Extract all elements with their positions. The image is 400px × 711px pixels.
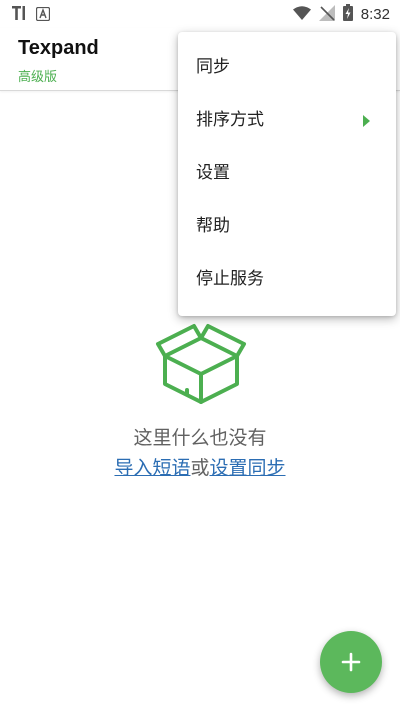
setup-sync-link[interactable]: 设置同步	[210, 457, 286, 479]
menu-item-label: 设置	[196, 163, 230, 183]
plus-icon	[341, 652, 361, 672]
app-subtitle: 高级版	[18, 70, 58, 85]
open-box-icon	[155, 318, 247, 410]
status-time: 8:32	[360, 6, 390, 23]
menu-item-label: 帮助	[196, 216, 230, 236]
menu-item-label: 同步	[196, 57, 230, 77]
status-bar: 8:32	[0, 0, 400, 28]
menu-item-settings[interactable]: 设置	[178, 147, 396, 200]
empty-message: 这里什么也没有	[133, 427, 267, 449]
app-title: Texpand	[18, 37, 99, 59]
wifi-icon	[292, 5, 311, 24]
overflow-menu: 同步 排序方式 设置 帮助 停止服务	[178, 32, 396, 316]
t-notification-icon	[12, 5, 26, 25]
menu-item-stop-service[interactable]: 停止服务	[178, 253, 396, 306]
menu-item-help[interactable]: 帮助	[178, 200, 396, 253]
empty-actions: 导入短语或设置同步	[0, 453, 400, 480]
battery-charging-icon	[342, 4, 353, 25]
add-phrase-button[interactable]	[320, 631, 382, 693]
import-phrases-link[interactable]: 导入短语	[114, 457, 190, 479]
no-signal-icon	[318, 4, 335, 25]
menu-item-sort[interactable]: 排序方式	[178, 94, 396, 147]
menu-item-label: 停止服务	[196, 269, 264, 289]
menu-item-sync[interactable]: 同步	[178, 41, 396, 94]
status-bar-right: 8:32	[292, 4, 390, 25]
submenu-arrow-icon	[363, 115, 370, 127]
menu-item-label: 排序方式	[196, 110, 264, 130]
a-notification-icon	[35, 6, 51, 25]
or-text: 或	[190, 457, 210, 479]
status-bar-left	[12, 5, 51, 25]
